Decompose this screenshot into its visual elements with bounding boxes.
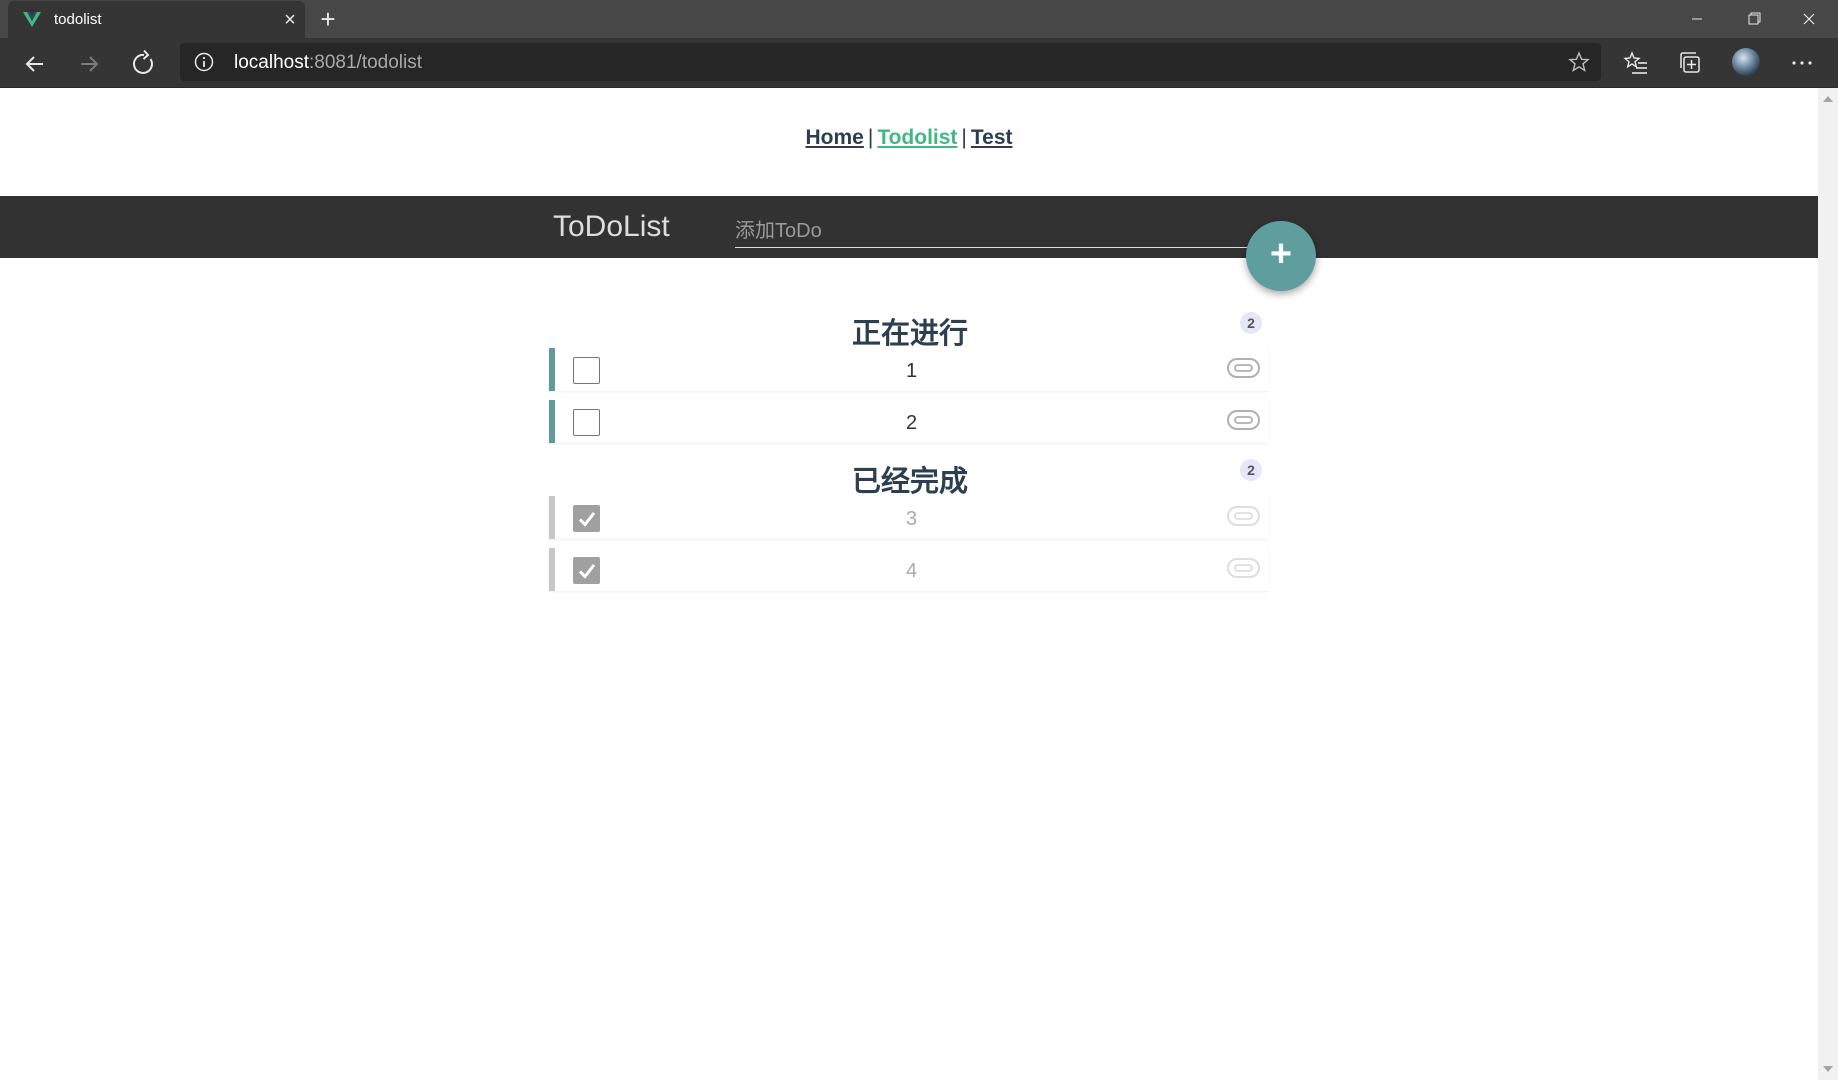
new-tab-icon[interactable]: + [314, 5, 342, 33]
section-title-completed: 已经完成 [851, 466, 968, 498]
todo-item-done: 3 [549, 496, 1268, 539]
completed-count-badge: 2 [1240, 459, 1262, 481]
app-header: ToDoList [0, 196, 1818, 258]
url-text: localhost:8081/todolist [234, 52, 422, 74]
nav-link-home[interactable]: Home [805, 126, 863, 149]
profile-avatar-icon[interactable] [1731, 47, 1761, 77]
nav-link-todolist[interactable]: Todolist [877, 126, 957, 149]
todo-text: 4 [905, 560, 918, 582]
tab-title: todolist [54, 11, 102, 28]
collections-icon[interactable] [1677, 49, 1705, 77]
delete-toggle-icon[interactable] [1227, 410, 1260, 430]
section-title-in-progress: 正在进行 [851, 318, 968, 350]
browser-tab[interactable]: todolist × [8, 1, 305, 38]
nav-link-test[interactable]: Test [971, 126, 1013, 149]
browser-toolbar: localhost:8081/todolist [0, 38, 1838, 88]
back-arrow-icon[interactable] [17, 46, 53, 82]
add-todo-input[interactable] [735, 216, 1250, 248]
delete-toggle-icon[interactable] [1227, 358, 1260, 378]
more-options-icon[interactable] [1788, 49, 1816, 77]
close-window-icon[interactable] [1781, 0, 1837, 38]
star-icon[interactable] [1567, 50, 1591, 74]
url-host: localhost [234, 52, 309, 73]
reload-icon[interactable] [126, 46, 162, 82]
delete-toggle-icon[interactable] [1227, 506, 1260, 526]
url-path: :8081/todolist [309, 52, 423, 73]
nav-separator: | [961, 126, 967, 149]
forward-arrow-icon[interactable] [71, 46, 107, 82]
delete-toggle-icon[interactable] [1227, 558, 1260, 578]
todo-item-done: 4 [549, 548, 1268, 591]
browser-tab-bar: todolist × + [0, 0, 1838, 38]
address-bar[interactable]: localhost:8081/todolist [180, 43, 1601, 81]
todo-item: 2 [549, 400, 1268, 443]
scroll-up-arrow-icon[interactable] [1823, 96, 1833, 102]
nav-separator: | [867, 126, 874, 149]
minimize-icon[interactable] [1669, 0, 1725, 38]
todo-text: 1 [905, 360, 918, 382]
todo-item: 1 [549, 348, 1268, 391]
info-icon[interactable] [194, 52, 214, 72]
scroll-down-arrow-icon[interactable] [1823, 1066, 1833, 1072]
add-todo-button[interactable]: + [1246, 221, 1316, 291]
favorites-icon[interactable] [1622, 49, 1650, 77]
vue-logo-icon [23, 12, 41, 27]
page-nav: Home | Todolist | Test [0, 126, 1818, 150]
restore-icon[interactable] [1725, 0, 1781, 38]
todo-text: 2 [905, 412, 918, 434]
app-title: ToDoList [553, 210, 670, 243]
in-progress-count-badge: 2 [1240, 312, 1262, 334]
page-scrollbar[interactable] [1818, 88, 1838, 1080]
close-tab-icon[interactable]: × [278, 8, 302, 32]
todo-text: 3 [905, 508, 918, 530]
